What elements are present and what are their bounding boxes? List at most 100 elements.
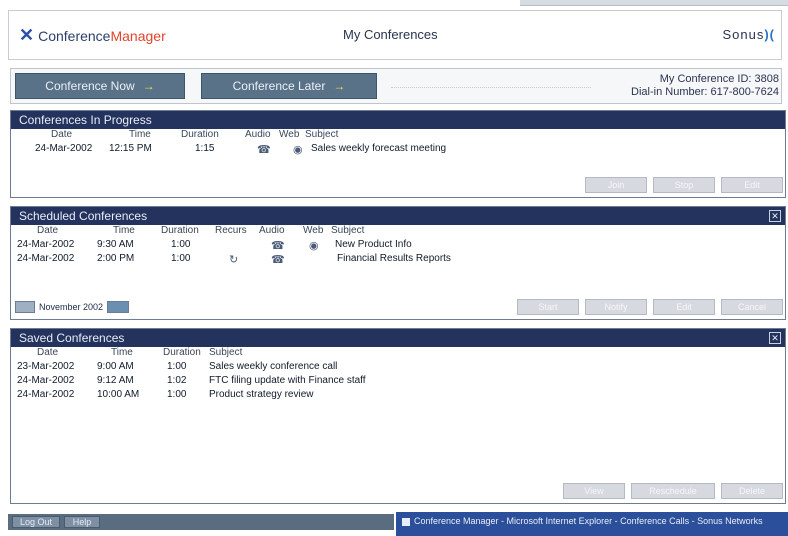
cell-subject: New Product Info: [335, 239, 412, 250]
brand-logo: Sonus)(: [722, 27, 775, 42]
col-time: Time: [111, 347, 133, 358]
cell-date: 23-Mar-2002: [17, 361, 75, 372]
collapse-icon[interactable]: ✕: [769, 332, 781, 344]
col-web: Web: [303, 225, 324, 236]
cell-subject: FTC filing update with Finance staff: [209, 375, 366, 386]
cancel-button[interactable]: Cancel: [721, 299, 783, 315]
col-subject: Subject: [305, 129, 339, 140]
delete-button[interactable]: Delete: [721, 483, 783, 499]
column-headers: Date Time Duration Audio Web Subject: [11, 129, 785, 143]
conference-now-label: Conference Now: [45, 79, 135, 93]
conference-id: My Conference ID: 3808: [659, 73, 779, 85]
cell-duration: 1:00: [167, 361, 187, 372]
conference-later-button[interactable]: Conference Later →: [201, 73, 377, 99]
cell-time: 12:15 PM: [109, 143, 152, 154]
previous-month-button[interactable]: [15, 301, 35, 313]
panel-title: Scheduled Conferences: [19, 209, 148, 223]
next-month-button[interactable]: [107, 301, 130, 313]
column-headers: Date Time Duration Subject: [11, 347, 785, 361]
arrow-right-icon: →: [142, 79, 155, 93]
app-logo: ✕ Conference Manager: [19, 25, 166, 46]
col-audio: Audio: [245, 129, 271, 140]
current-month-label: November 2002: [39, 302, 104, 312]
table-row[interactable]: 24-Mar-2002 12:15 PM 1:15 ☎ ◉ Sales week…: [11, 143, 785, 157]
cell-time: 9:00 AM: [97, 361, 134, 372]
brand-text: Sonus: [722, 27, 765, 42]
logo-text-accent: Manager: [110, 27, 166, 44]
view-button[interactable]: View: [563, 483, 625, 499]
audio-icon: ☎: [271, 240, 285, 252]
column-headers: Date Time Duration Recurs Audio Web Subj…: [11, 225, 785, 239]
col-time: Time: [129, 129, 151, 140]
help-button[interactable]: Help: [64, 516, 100, 528]
cell-date: 24-Mar-2002: [17, 389, 75, 400]
cell-date: 24-Mar-2002: [17, 239, 75, 250]
col-recurs: Recurs: [215, 225, 247, 236]
panel-buttons: Join Stop Edit: [585, 177, 783, 193]
cell-date: 24-Mar-2002: [17, 253, 75, 264]
cell-time: 9:30 AM: [97, 239, 134, 250]
cell-subject: Financial Results Reports: [337, 253, 451, 264]
stop-button[interactable]: Stop: [653, 177, 715, 193]
dial-in-number: Dial-in Number: 617-800-7624: [631, 86, 779, 98]
panel-title: Saved Conferences: [19, 331, 125, 345]
col-audio: Audio: [259, 225, 285, 236]
start-button[interactable]: Start: [517, 299, 579, 315]
page-title: My Conferences: [343, 27, 438, 42]
status-bar: Log Out Help: [8, 514, 394, 530]
web-icon: ◉: [309, 240, 319, 252]
audio-icon: ☎: [257, 144, 271, 156]
table-row[interactable]: 24-Mar-2002 2:00 PM 1:00 ↻ ☎ Financial R…: [11, 253, 785, 267]
edit-button[interactable]: Edit: [721, 177, 783, 193]
cell-duration: 1:00: [171, 239, 191, 250]
table-row[interactable]: 24-Mar-2002 9:30 AM 1:00 ☎ ◉ New Product…: [11, 239, 785, 253]
conference-later-label: Conference Later: [232, 79, 326, 93]
cell-duration: 1:00: [171, 253, 191, 264]
col-web: Web: [279, 129, 300, 140]
logo-x-icon: ✕: [19, 25, 35, 45]
in-progress-panel: Conferences In Progress Date Time Durati…: [10, 110, 786, 198]
col-time: Time: [113, 225, 135, 236]
panel-header: Conferences In Progress: [11, 111, 785, 129]
col-date: Date: [37, 225, 59, 236]
cell-time: 10:00 AM: [97, 389, 140, 400]
table-row[interactable]: 23-Mar-2002 9:00 AM 1:00 Sales weekly co…: [11, 361, 785, 375]
panel-header: Scheduled Conferences ✕: [11, 207, 785, 225]
table-row[interactable]: 24-Mar-2002 10:00 AM 1:00 Product strate…: [11, 389, 785, 403]
join-button[interactable]: Join: [585, 177, 647, 193]
saved-panel: Saved Conferences ✕ Date Time Duration S…: [10, 328, 786, 504]
cell-date: 24-Mar-2002: [17, 375, 75, 386]
cell-time: 2:00 PM: [97, 253, 135, 264]
web-icon: ◉: [293, 144, 303, 156]
conference-now-button[interactable]: Conference Now →: [15, 73, 185, 99]
panel-buttons: View Reschedule Delete: [563, 483, 783, 499]
browser-icon: [402, 517, 410, 526]
col-duration: Duration: [161, 225, 199, 236]
col-date: Date: [51, 129, 73, 140]
cell-time: 9:12 AM: [97, 375, 134, 386]
logo-text-primary: Conference: [38, 27, 111, 44]
cell-subject: Sales weekly forecast meeting: [311, 143, 447, 154]
cell-duration: 1:02: [167, 375, 187, 386]
cell-duration: 1:15: [195, 143, 215, 154]
collapse-icon[interactable]: ✕: [769, 210, 781, 222]
taskbar-text: Conference Manager - Microsoft Internet …: [414, 516, 763, 526]
logout-button[interactable]: Log Out: [12, 516, 60, 528]
col-subject: Subject: [209, 347, 243, 358]
edit-button[interactable]: Edit: [653, 299, 715, 315]
notify-button[interactable]: Notify: [585, 299, 647, 315]
col-duration: Duration: [163, 347, 201, 358]
reschedule-button[interactable]: Reschedule: [631, 483, 715, 499]
table-row[interactable]: 24-Mar-2002 9:12 AM 1:02 FTC filing upda…: [11, 375, 785, 389]
audio-icon: ☎: [271, 254, 285, 266]
cell-date: 24-Mar-2002: [35, 143, 93, 154]
col-date: Date: [37, 347, 59, 358]
os-taskbar[interactable]: Conference Manager - Microsoft Internet …: [396, 512, 788, 536]
recurring-icon: ↻: [229, 254, 239, 266]
cell-duration: 1:00: [167, 389, 187, 400]
cell-subject: Sales weekly conference call: [209, 361, 338, 372]
app-header: ✕ Conference Manager My Conferences Sonu…: [8, 10, 782, 60]
panel-buttons: Start Notify Edit Cancel: [517, 299, 783, 315]
divider: [391, 87, 591, 88]
month-pager: November 2002: [15, 301, 130, 313]
